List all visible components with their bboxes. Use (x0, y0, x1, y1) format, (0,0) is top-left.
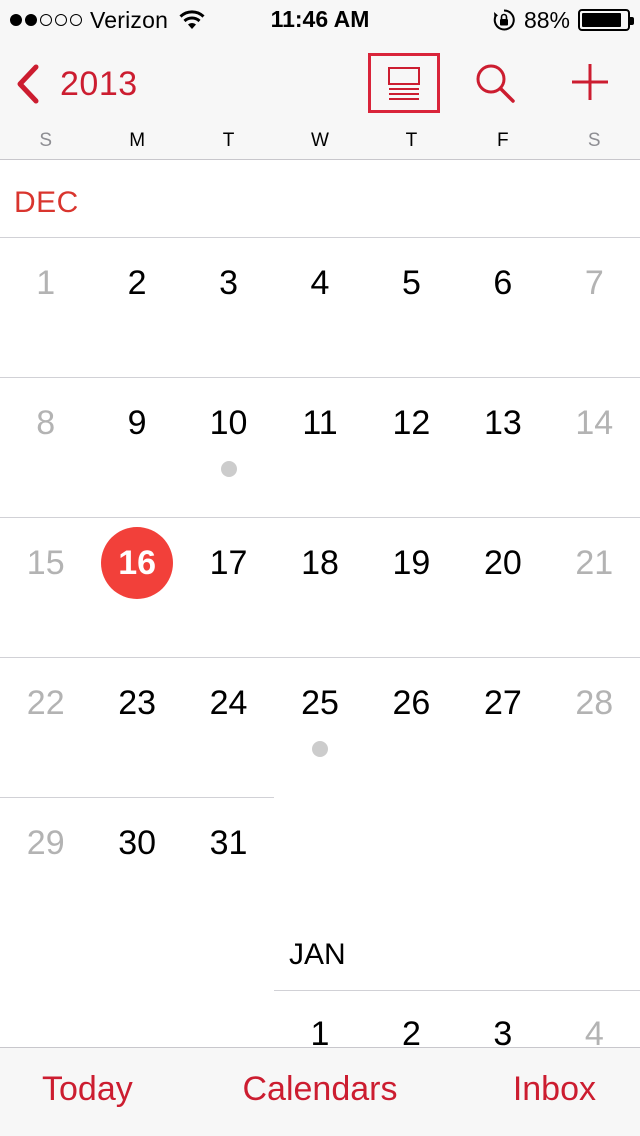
day-cell-dec-13[interactable]: 13 (457, 403, 548, 443)
day-cell-dec-2[interactable]: 2 (91, 263, 182, 303)
weekday-label: S (39, 130, 53, 151)
week-separator (0, 237, 640, 238)
search-icon[interactable] (474, 62, 516, 104)
day-cell-dec-26[interactable]: 26 (366, 683, 457, 723)
rotation-lock-icon (493, 9, 515, 31)
weekday-label: M (129, 130, 146, 151)
week-separator (0, 797, 274, 798)
battery-cap (630, 17, 634, 25)
chevron-left-icon (17, 64, 39, 104)
day-cell-dec-3[interactable]: 3 (183, 263, 274, 303)
day-cell-dec-25[interactable]: 25 (274, 683, 365, 723)
weekday-label: F (497, 130, 509, 151)
weekday-label: W (311, 130, 329, 151)
weekday-label: S (587, 130, 601, 151)
day-cell-dec-1[interactable]: 1 (0, 263, 91, 303)
event-dot (312, 741, 328, 757)
day-cell-dec-6[interactable]: 6 (457, 263, 548, 303)
day-cell-dec-21[interactable]: 21 (549, 543, 640, 583)
tab-bar: Today Calendars Inbox (0, 1047, 640, 1136)
day-cell-dec-17[interactable]: 17 (183, 543, 274, 583)
day-cell-dec-9[interactable]: 9 (91, 403, 182, 443)
day-cell-dec-5[interactable]: 5 (366, 263, 457, 303)
day-cell-dec-11[interactable]: 11 (274, 403, 365, 443)
list-view-icon (388, 67, 420, 100)
back-button-label: 2013 (60, 64, 138, 103)
day-cell-dec-19[interactable]: 19 (366, 543, 457, 583)
day-cell-dec-30[interactable]: 30 (91, 823, 182, 863)
navigation-bar: 2013 S M T W T F S (0, 40, 640, 160)
battery-icon (578, 9, 634, 31)
battery-fill (582, 13, 621, 27)
weekday-label: T (222, 130, 235, 151)
day-cell-dec-4[interactable]: 4 (274, 263, 365, 303)
event-dot (220, 461, 237, 477)
month-label-december: DEC (14, 186, 79, 219)
day-cell-dec-27[interactable]: 27 (457, 683, 548, 723)
day-cell-dec-22[interactable]: 22 (0, 683, 91, 723)
add-event-icon[interactable] (570, 62, 610, 102)
day-cell-dec-12[interactable]: 12 (366, 403, 457, 443)
month-label-january: JAN (289, 938, 346, 971)
day-cell-dec-10[interactable]: 10 (183, 403, 274, 443)
day-cell-dec-28[interactable]: 28 (549, 683, 640, 723)
day-cell-dec-16[interactable]: 16 (91, 543, 182, 583)
inbox-button[interactable]: Inbox (513, 1070, 596, 1109)
battery-percent: 88% (523, 6, 570, 33)
week-separator (0, 517, 640, 518)
day-cell-dec-14[interactable]: 14 (549, 403, 640, 443)
week-separator (0, 657, 640, 658)
day-cell-dec-15[interactable]: 15 (0, 543, 91, 583)
week-separator (0, 377, 640, 378)
day-cell-dec-24[interactable]: 24 (183, 683, 274, 723)
day-cell-dec-8[interactable]: 8 (0, 403, 91, 443)
day-cell-dec-29[interactable]: 29 (0, 823, 91, 863)
list-view-button[interactable] (368, 53, 440, 113)
day-cell-dec-18[interactable]: 18 (274, 543, 365, 583)
week-separator (274, 990, 640, 991)
weekday-header: S M T W T F S (0, 130, 640, 152)
status-right: 88% (492, 6, 634, 34)
status-bar: Verizon 11:46 AM 88% (0, 0, 640, 40)
day-cell-dec-7[interactable]: 7 (549, 263, 640, 303)
back-to-year-button[interactable]: 2013 (14, 62, 138, 106)
day-cell-dec-20[interactable]: 20 (457, 543, 548, 583)
day-cell-dec-31[interactable]: 31 (183, 823, 274, 863)
day-cell-dec-23[interactable]: 23 (91, 683, 182, 723)
weekday-label: T (405, 130, 418, 151)
